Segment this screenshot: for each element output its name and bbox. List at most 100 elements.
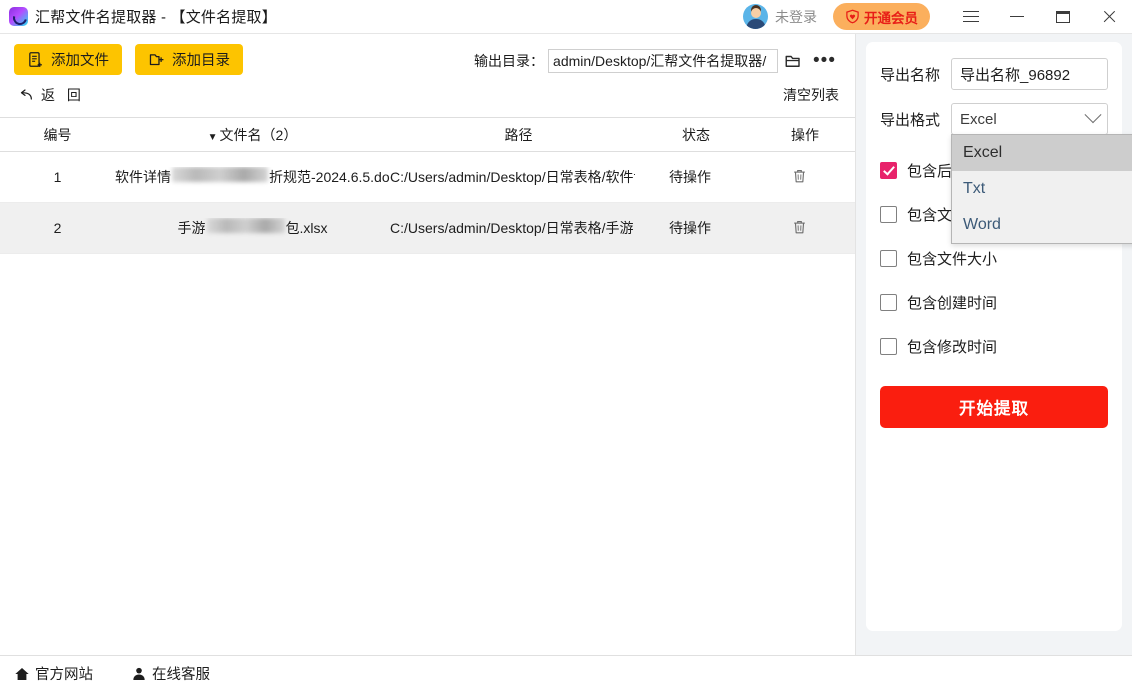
- online-support-link[interactable]: 在线客服: [131, 663, 210, 684]
- account-button[interactable]: 未登录: [743, 4, 817, 29]
- dropdown-option-excel[interactable]: Excel: [952, 135, 1132, 171]
- export-format-dropdown: Excel Txt Word: [951, 134, 1132, 244]
- redacted-text: [172, 167, 268, 182]
- folder-open-icon: [783, 52, 803, 70]
- app-logo-icon: [9, 7, 28, 26]
- checkbox-unchecked-icon: [880, 250, 897, 267]
- browse-folder-button[interactable]: [778, 48, 808, 74]
- online-support-label: 在线客服: [152, 663, 210, 684]
- checkbox-include-created-time[interactable]: 包含创建时间: [880, 280, 1108, 324]
- maximize-icon: [1056, 11, 1070, 23]
- dropdown-option-txt[interactable]: Txt: [952, 171, 1132, 207]
- checkbox-label: 包含文件大小: [907, 248, 997, 269]
- table-row[interactable]: 1 软件详情 折规范-2024.6.5.doc C:/Users/admin/De…: [0, 152, 855, 203]
- checkbox-unchecked-icon: [880, 338, 897, 355]
- export-name-row: 导出名称: [880, 58, 1108, 90]
- header-name-label: 文件名（2）: [220, 127, 298, 143]
- checkbox-label: 包含修改时间: [907, 336, 997, 357]
- sort-caret-icon: ▼: [208, 132, 218, 143]
- output-directory-input[interactable]: [548, 49, 778, 73]
- home-icon: [14, 666, 30, 682]
- cell-path: C:/Users/admin/Desktop/日常表格/手游电脑: [390, 218, 635, 238]
- checkbox-include-modified-time[interactable]: 包含修改时间: [880, 324, 1108, 368]
- official-website-link[interactable]: 官方网站: [14, 663, 93, 684]
- add-folder-label: 添加目录: [172, 49, 230, 70]
- table-header-row: 编号 ▼文件名（2） 路径 状态 操作: [0, 117, 855, 152]
- avatar: [743, 4, 768, 29]
- more-dots-icon: •••: [813, 55, 836, 67]
- status-bar: 官方网站 在线客服: [0, 655, 1132, 691]
- person-icon: [131, 666, 147, 682]
- checkbox-label: 包含创建时间: [907, 292, 997, 313]
- trash-icon: [791, 218, 808, 236]
- cell-num: 1: [0, 169, 115, 185]
- header-action: 操作: [751, 125, 859, 145]
- delete-row-button[interactable]: [791, 218, 808, 236]
- export-name-label: 导出名称: [880, 64, 940, 85]
- maximize-button[interactable]: [1040, 0, 1086, 33]
- table-body: 1 软件详情 折规范-2024.6.5.doc C:/Users/admin/De…: [0, 152, 855, 655]
- checkbox-unchecked-icon: [880, 294, 897, 311]
- header-name[interactable]: ▼文件名（2）: [115, 125, 396, 145]
- more-options-button[interactable]: •••: [808, 48, 841, 74]
- filename-prefix: 软件详情: [115, 167, 171, 187]
- export-format-row: 导出格式 Excel Excel Txt Word: [880, 103, 1108, 135]
- titlebar-controls: 未登录 开通会员: [743, 0, 1132, 33]
- cell-num: 2: [0, 220, 115, 236]
- add-file-icon: [27, 51, 44, 68]
- cell-action: [745, 167, 853, 188]
- back-button[interactable]: 返 回: [18, 85, 85, 105]
- start-extract-button[interactable]: 开始提取: [880, 386, 1108, 428]
- filename-prefix: 手游: [178, 218, 206, 238]
- add-folder-icon: [148, 51, 165, 68]
- title-bar: 汇帮文件名提取器 - 【文件名提取】 未登录 开通会员: [0, 0, 1132, 34]
- checkbox-unchecked-icon: [880, 206, 897, 223]
- header-state: 状态: [641, 125, 751, 145]
- settings-pane: 导出名称 导出格式 Excel Excel Txt Word: [856, 34, 1132, 655]
- settings-card: 导出名称 导出格式 Excel Excel Txt Word: [866, 42, 1122, 631]
- sub-toolbar: 返 回 清空列表: [0, 75, 855, 110]
- cell-path: C:/Users/admin/Desktop/日常表格/软件详情: [390, 167, 635, 187]
- minimize-icon: [1010, 16, 1024, 17]
- cell-state: 待操作: [635, 167, 745, 187]
- close-icon: [1102, 9, 1117, 24]
- delete-row-button[interactable]: [791, 167, 808, 185]
- redacted-text: [207, 218, 285, 233]
- minimize-button[interactable]: [994, 0, 1040, 33]
- file-table: 编号 ▼文件名（2） 路径 状态 操作 1 软件详情 折规范-2024.6.5.d…: [0, 117, 855, 655]
- file-list-pane: 添加文件 添加目录 输出目录：: [0, 34, 856, 655]
- clear-list-button[interactable]: 清空列表: [783, 85, 839, 105]
- header-num: 编号: [0, 125, 115, 145]
- export-format-select[interactable]: Excel Excel Txt Word: [951, 103, 1108, 135]
- export-format-value: Excel: [960, 111, 997, 128]
- filename-suffix: 包.xlsx: [286, 218, 328, 238]
- table-row[interactable]: 2 手游 包.xlsx C:/Users/admin/Desktop/日常表格/手…: [0, 203, 855, 254]
- cell-state: 待操作: [635, 218, 745, 238]
- export-name-input[interactable]: [951, 58, 1108, 90]
- add-file-label: 添加文件: [51, 49, 109, 70]
- chevron-down-icon: [1085, 106, 1102, 123]
- cell-filename: 手游 包.xlsx: [115, 218, 390, 238]
- application-window: 汇帮文件名提取器 - 【文件名提取】 未登录 开通会员: [0, 0, 1132, 691]
- vip-shield-heart-icon: [845, 9, 860, 24]
- output-directory-group: 输出目录： •••: [474, 44, 841, 74]
- back-label: 返 回: [41, 85, 85, 105]
- close-button[interactable]: [1086, 0, 1132, 33]
- open-membership-button[interactable]: 开通会员: [833, 3, 930, 30]
- dropdown-option-word[interactable]: Word: [952, 207, 1132, 243]
- membership-label: 开通会员: [864, 7, 918, 27]
- add-folder-button[interactable]: 添加目录: [135, 44, 243, 75]
- account-status-label: 未登录: [775, 7, 817, 27]
- back-arrow-icon: [18, 87, 34, 103]
- add-file-button[interactable]: 添加文件: [14, 44, 122, 75]
- checkbox-checked-icon: [880, 162, 897, 179]
- cell-filename: 软件详情 折规范-2024.6.5.doc: [115, 167, 390, 187]
- cell-action: [745, 218, 853, 239]
- window-title: 汇帮文件名提取器 - 【文件名提取】: [35, 6, 277, 27]
- menu-button[interactable]: [948, 0, 994, 33]
- output-directory-label: 输出目录：: [474, 51, 544, 71]
- toolbar: 添加文件 添加目录 输出目录：: [0, 34, 855, 75]
- filename-suffix: 折规范-2024.6.5.doc: [269, 167, 390, 187]
- trash-icon: [791, 167, 808, 185]
- main-content: 添加文件 添加目录 输出目录：: [0, 34, 1132, 655]
